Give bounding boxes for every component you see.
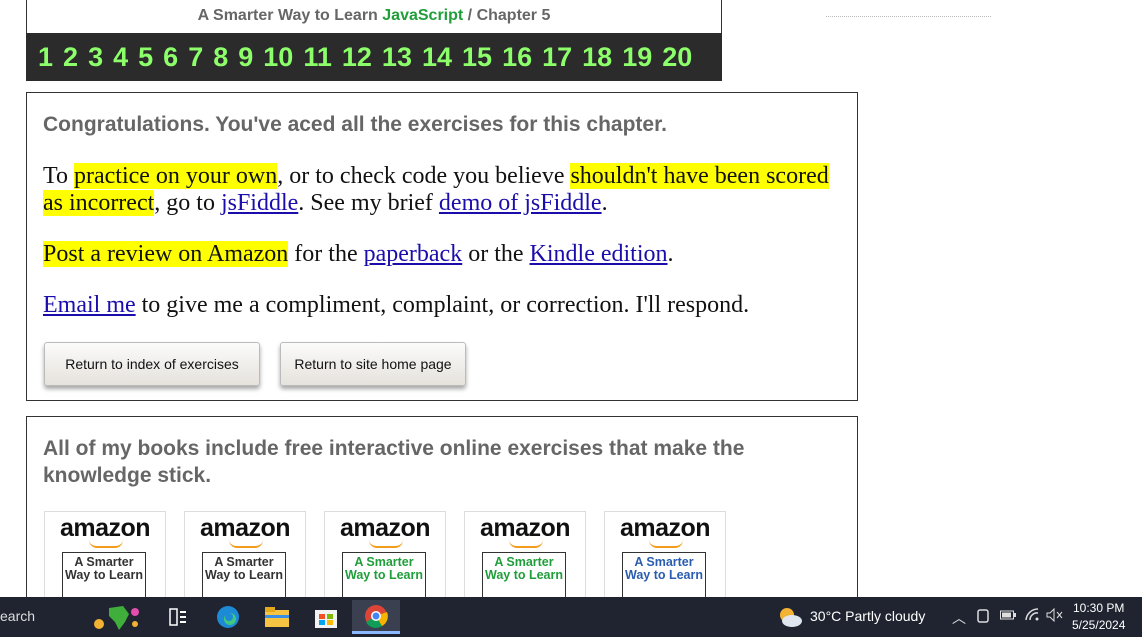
highlight-practice: practice on your own — [73, 163, 278, 189]
amazon-smile-icon — [649, 540, 683, 548]
amazon-logo: amazon — [339, 514, 431, 542]
chapter-link-6[interactable]: 6 — [163, 42, 178, 73]
title-language: JavaScript — [382, 7, 464, 24]
amazon-smile-icon — [509, 540, 543, 548]
amazon-smile-icon — [229, 540, 263, 548]
taskbar-search[interactable]: earch — [0, 608, 35, 624]
return-home-button[interactable]: Return to site home page — [280, 342, 466, 386]
chapter-link-2[interactable]: 2 — [63, 42, 78, 73]
chapter-link-15[interactable]: 15 — [462, 42, 492, 73]
chapter-link-9[interactable]: 9 — [238, 42, 253, 73]
email-paragraph: Email me to give me a compliment, compla… — [43, 292, 843, 319]
amazon-logo: amazon — [59, 514, 151, 542]
chapter-link-14[interactable]: 14 — [422, 42, 452, 73]
text: . See my brief — [298, 190, 439, 216]
chapter-link-19[interactable]: 19 — [622, 42, 652, 73]
taskbar: earch 30°C Partly cloudy ︿ 10:30 PM 5/25… — [0, 597, 1142, 637]
chapter-link-5[interactable]: 5 — [138, 42, 153, 73]
africa-widget-icon[interactable] — [88, 603, 144, 631]
chapter-link-18[interactable]: 18 — [582, 42, 612, 73]
text: , go to — [154, 190, 221, 216]
jsfiddle-demo-link[interactable]: demo of jsFiddle — [439, 190, 602, 216]
weather-icon[interactable] — [776, 603, 804, 631]
amazon-logo: amazon — [479, 514, 571, 542]
chapter-link-7[interactable]: 7 — [188, 42, 203, 73]
return-index-button[interactable]: Return to index of exercises — [44, 342, 260, 386]
chapter-link-10[interactable]: 10 — [263, 42, 293, 73]
kindle-link[interactable]: Kindle edition — [530, 241, 668, 267]
edge-icon[interactable] — [214, 603, 242, 631]
wifi-icon[interactable] — [1024, 608, 1040, 625]
amazon-logo: amazon — [199, 514, 291, 542]
chapter-link-17[interactable]: 17 — [542, 42, 572, 73]
clock-time: 10:30 PM — [1073, 601, 1125, 615]
title-separator: / — [467, 7, 473, 24]
chapter-link-4[interactable]: 4 — [113, 42, 128, 73]
clock-date: 5/25/2024 — [1072, 618, 1126, 632]
books-panel: All of my books include free interactive… — [26, 416, 858, 623]
congrats-heading: Congratulations. You've aced all the exe… — [43, 113, 667, 136]
text: to give me a compliment, complaint, or c… — [135, 292, 750, 318]
weather-text[interactable]: 30°C Partly cloudy — [810, 608, 925, 624]
book-title-header: A Smarter Way to Learn JavaScript / Chap… — [26, 0, 722, 34]
text: or the — [462, 241, 530, 267]
chapter-nav: 1 2 3 4 5 6 7 8 9 10 11 12 13 14 15 16 17 18 19 20 — [26, 33, 722, 81]
chapter-link-13[interactable]: 13 — [382, 42, 412, 73]
dotted-divider — [826, 8, 991, 17]
chapter-label: Chapter 5 — [476, 7, 551, 24]
email-link[interactable]: Email me — [43, 292, 136, 318]
clock[interactable]: 10:30 PM 5/25/2024 — [1072, 600, 1125, 634]
practice-paragraph: To practice on your own, or to check cod… — [43, 163, 843, 217]
jsfiddle-link[interactable]: jsFiddle — [221, 190, 298, 216]
congrats-panel: Congratulations. You've aced all the exe… — [26, 92, 858, 401]
chapter-link-16[interactable]: 16 — [502, 42, 532, 73]
text: . — [601, 190, 608, 216]
title-prefix: A Smarter Way to Learn — [197, 7, 378, 24]
amazon-smile-icon — [89, 540, 123, 548]
text: . — [667, 241, 674, 267]
amazon-logo: amazon — [619, 514, 711, 542]
books-heading: All of my books include free interactive… — [43, 437, 745, 487]
chapter-link-20[interactable]: 20 — [662, 42, 692, 73]
review-paragraph: Post a review on Amazon for the paperbac… — [43, 241, 843, 268]
chevron-up-icon[interactable]: ︿ — [952, 608, 966, 628]
chrome-icon[interactable] — [352, 600, 400, 634]
microsoft-store-icon[interactable] — [312, 603, 340, 631]
chapter-link-12[interactable]: 12 — [342, 42, 372, 73]
task-view-icon[interactable] — [164, 603, 192, 631]
battery-icon[interactable] — [1000, 608, 1016, 624]
highlight-review: Post a review on Amazon — [43, 241, 289, 267]
file-explorer-icon[interactable] — [263, 603, 291, 631]
chapter-link-11[interactable]: 11 — [303, 42, 332, 73]
text: To — [43, 163, 74, 189]
paperback-link[interactable]: paperback — [364, 241, 463, 267]
volume-muted-icon[interactable] — [1046, 607, 1064, 625]
chapter-link-3[interactable]: 3 — [88, 42, 103, 73]
meet-now-icon[interactable] — [976, 608, 990, 627]
text: , or to check code you believe — [277, 163, 571, 189]
text: for the — [288, 241, 364, 267]
chapter-link-1[interactable]: 1 — [38, 42, 53, 73]
amazon-smile-icon — [369, 540, 403, 548]
chapter-link-8[interactable]: 8 — [213, 42, 228, 73]
